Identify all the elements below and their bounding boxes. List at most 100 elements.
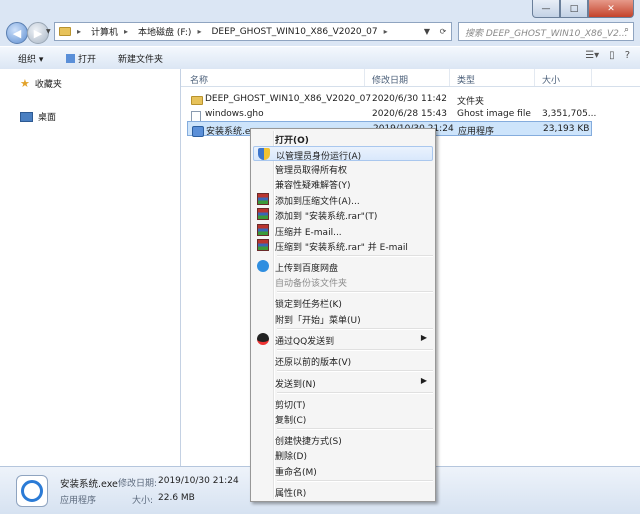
qq-icon xyxy=(257,333,269,345)
menu-item-restore-versions[interactable]: 还原以前的版本(V) xyxy=(253,353,433,368)
breadcrumb-drive[interactable]: 本地磁盘 (F:) ▸ xyxy=(134,25,207,38)
nav-favorites-label: 收藏夹 xyxy=(34,80,62,90)
table-row[interactable]: DEEP_GHOST_WIN10_X86_V2020_07 2020/6/30 … xyxy=(187,92,592,107)
details-size-label: 大小: xyxy=(132,496,154,506)
menu-item-label: 自动备份该文件夹 xyxy=(275,279,348,289)
search-input[interactable]: 搜索 DEEP_GHOST_WIN10_X86_V2... ⌕ xyxy=(458,22,634,41)
recent-pages-dropdown-icon[interactable]: ▼ xyxy=(46,28,51,35)
menu-item-rename[interactable]: 重命名(M) xyxy=(253,463,433,478)
window-caption-buttons: — □ ✕ xyxy=(532,0,634,18)
breadcrumb-computer[interactable]: 计算机 ▸ xyxy=(87,25,134,38)
search-icon: ⌕ xyxy=(623,25,629,35)
address-bar[interactable]: ▸ 计算机 ▸ 本地磁盘 (F:) ▸ DEEP_GHOST_WIN10_X86_V… xyxy=(54,22,452,41)
menu-item-label: 兼容性疑难解答(Y) xyxy=(275,181,351,191)
menu-item-label: 还原以前的版本(V) xyxy=(275,358,352,368)
menu-item-compress-rar-email[interactable]: 压缩到 "安装系统.rar" 并 E-mail xyxy=(253,238,433,253)
submenu-arrow-icon: ▶ xyxy=(420,376,427,385)
menu-item-label: 压缩并 E-mail... xyxy=(275,228,342,238)
file-date: 2020/6/30 11:42 xyxy=(372,94,447,104)
preview-pane-icon[interactable]: ▯ xyxy=(609,50,615,61)
nav-desktop-label: 桌面 xyxy=(38,113,57,123)
context-menu: 打开(O) 以管理员身份运行(A) 管理员取得所有权 兼容性疑难解答(Y) 添加… xyxy=(250,128,436,502)
menu-item-label: 属性(R) xyxy=(275,489,307,499)
column-headers: 名称 修改日期 类型 大小 xyxy=(181,69,640,87)
menu-item-label: 添加到 "安装系统.rar"(T) xyxy=(275,212,378,222)
menu-item-send-to[interactable]: 发送到(N) ▶ xyxy=(253,375,433,390)
nav-desktop[interactable]: 桌面 xyxy=(20,110,56,123)
nav-favorites[interactable]: ★ 收藏夹 xyxy=(20,77,62,90)
menu-separator xyxy=(277,428,433,430)
navigation-pane: ★ 收藏夹 桌面 xyxy=(0,69,181,466)
close-button[interactable]: ✕ xyxy=(588,0,634,18)
help-icon[interactable]: ? xyxy=(625,50,630,61)
winrar-icon xyxy=(257,224,269,236)
winrar-icon xyxy=(257,239,269,251)
menu-separator xyxy=(277,255,433,257)
maximize-button[interactable]: □ xyxy=(560,0,588,18)
menu-item-label: 复制(C) xyxy=(275,416,307,426)
menu-separator xyxy=(277,392,433,394)
menu-item-properties[interactable]: 属性(R) xyxy=(253,484,433,499)
menu-item-take-ownership[interactable]: 管理员取得所有权 xyxy=(253,161,433,176)
table-row[interactable]: windows.gho 2020/6/28 15:43 Ghost image … xyxy=(187,107,596,123)
menu-item-label: 重命名(M) xyxy=(275,468,317,478)
menu-item-add-to-rar[interactable]: 添加到 "安装系统.rar"(T) xyxy=(253,207,433,222)
column-size[interactable]: 大小 xyxy=(542,73,560,86)
menu-separator xyxy=(277,291,433,293)
breadcrumb-label: 计算机 xyxy=(91,28,119,38)
menu-item-label: 附到「开始」菜单(U) xyxy=(275,316,361,326)
submenu-arrow-icon: ▶ xyxy=(420,333,427,342)
menu-item-add-to-archive[interactable]: 添加到压缩文件(A)... xyxy=(253,192,433,207)
menu-item-run-as-admin[interactable]: 以管理员身份运行(A) xyxy=(253,146,433,162)
menu-item-pin-taskbar[interactable]: 锁定到任务栏(K) xyxy=(253,295,433,310)
address-dropdown-icon[interactable]: ▼ xyxy=(419,27,435,36)
file-type: 应用程序 xyxy=(458,127,495,137)
menu-item-cut[interactable]: 剪切(T) xyxy=(253,396,433,411)
new-folder-button[interactable]: 新建文件夹 xyxy=(118,52,163,65)
breadcrumb-label: 本地磁盘 (F:) xyxy=(138,28,192,38)
menu-item-label: 添加到压缩文件(A)... xyxy=(275,197,360,207)
minimize-button[interactable]: — xyxy=(532,0,560,18)
menu-item-create-shortcut[interactable]: 创建快捷方式(S) xyxy=(253,432,433,447)
file-name: DEEP_GHOST_WIN10_X86_V2020_07 xyxy=(205,94,372,104)
column-name[interactable]: 名称 xyxy=(190,73,208,86)
file-name: windows.gho xyxy=(205,109,264,119)
menu-item-label: 锁定到任务栏(K) xyxy=(275,300,342,310)
details-modified-value: 2019/10/30 21:24 xyxy=(158,476,239,486)
refresh-icon[interactable]: ⟳ xyxy=(435,27,451,36)
desktop-icon xyxy=(20,111,33,122)
shield-icon xyxy=(258,148,270,160)
details-modified-label: 修改日期: xyxy=(118,479,158,489)
view-options-icon[interactable]: ☰▾ xyxy=(585,50,599,61)
menu-item-upload-baidu[interactable]: 上传到百度网盘 xyxy=(253,259,433,274)
menu-item-pin-start[interactable]: 附到「开始」菜单(U) xyxy=(253,311,433,326)
back-button[interactable]: ◀ xyxy=(6,22,28,44)
menu-item-open[interactable]: 打开(O) xyxy=(253,131,433,146)
details-size-value: 22.6 MB xyxy=(158,493,195,503)
menu-item-label: 通过QQ发送到 xyxy=(275,337,335,347)
breadcrumb-label: DEEP_GHOST_WIN10_X86_V2020_07 xyxy=(211,26,378,37)
menu-item-label: 删除(D) xyxy=(275,452,307,462)
menu-item-compatibility[interactable]: 兼容性疑难解答(Y) xyxy=(253,176,433,191)
breadcrumb-folder[interactable]: DEEP_GHOST_WIN10_X86_V2020_07 ▸ xyxy=(207,27,393,37)
menu-item-label: 发送到(N) xyxy=(275,380,316,390)
address-folder-icon: ▸ xyxy=(55,27,87,36)
menu-item-label: 上传到百度网盘 xyxy=(275,264,339,274)
menu-item-compress-email[interactable]: 压缩并 E-mail... xyxy=(253,223,433,238)
menu-item-auto-backup: 自动备份该文件夹 xyxy=(253,274,433,289)
menu-item-label: 打开(O) xyxy=(275,136,309,146)
menu-item-label: 压缩到 "安装系统.rar" 并 E-mail xyxy=(275,243,408,253)
menu-item-send-via-qq[interactable]: 通过QQ发送到 ▶ xyxy=(253,332,433,347)
file-type: Ghost image file xyxy=(457,109,531,119)
organize-button[interactable]: 组织 ▾ xyxy=(18,52,43,65)
installer-app-icon xyxy=(16,475,48,507)
details-type: 应用程序 xyxy=(60,496,97,506)
column-type[interactable]: 类型 xyxy=(457,73,475,86)
open-button[interactable]: 打开 xyxy=(66,52,96,65)
file-size: 3,351,705... xyxy=(542,109,597,119)
column-date[interactable]: 修改日期 xyxy=(372,73,408,86)
menu-item-copy[interactable]: 复制(C) xyxy=(253,411,433,426)
winrar-icon xyxy=(257,193,269,205)
menu-item-delete[interactable]: 删除(D) xyxy=(253,447,433,462)
file-size: 23,193 KB xyxy=(543,124,590,134)
